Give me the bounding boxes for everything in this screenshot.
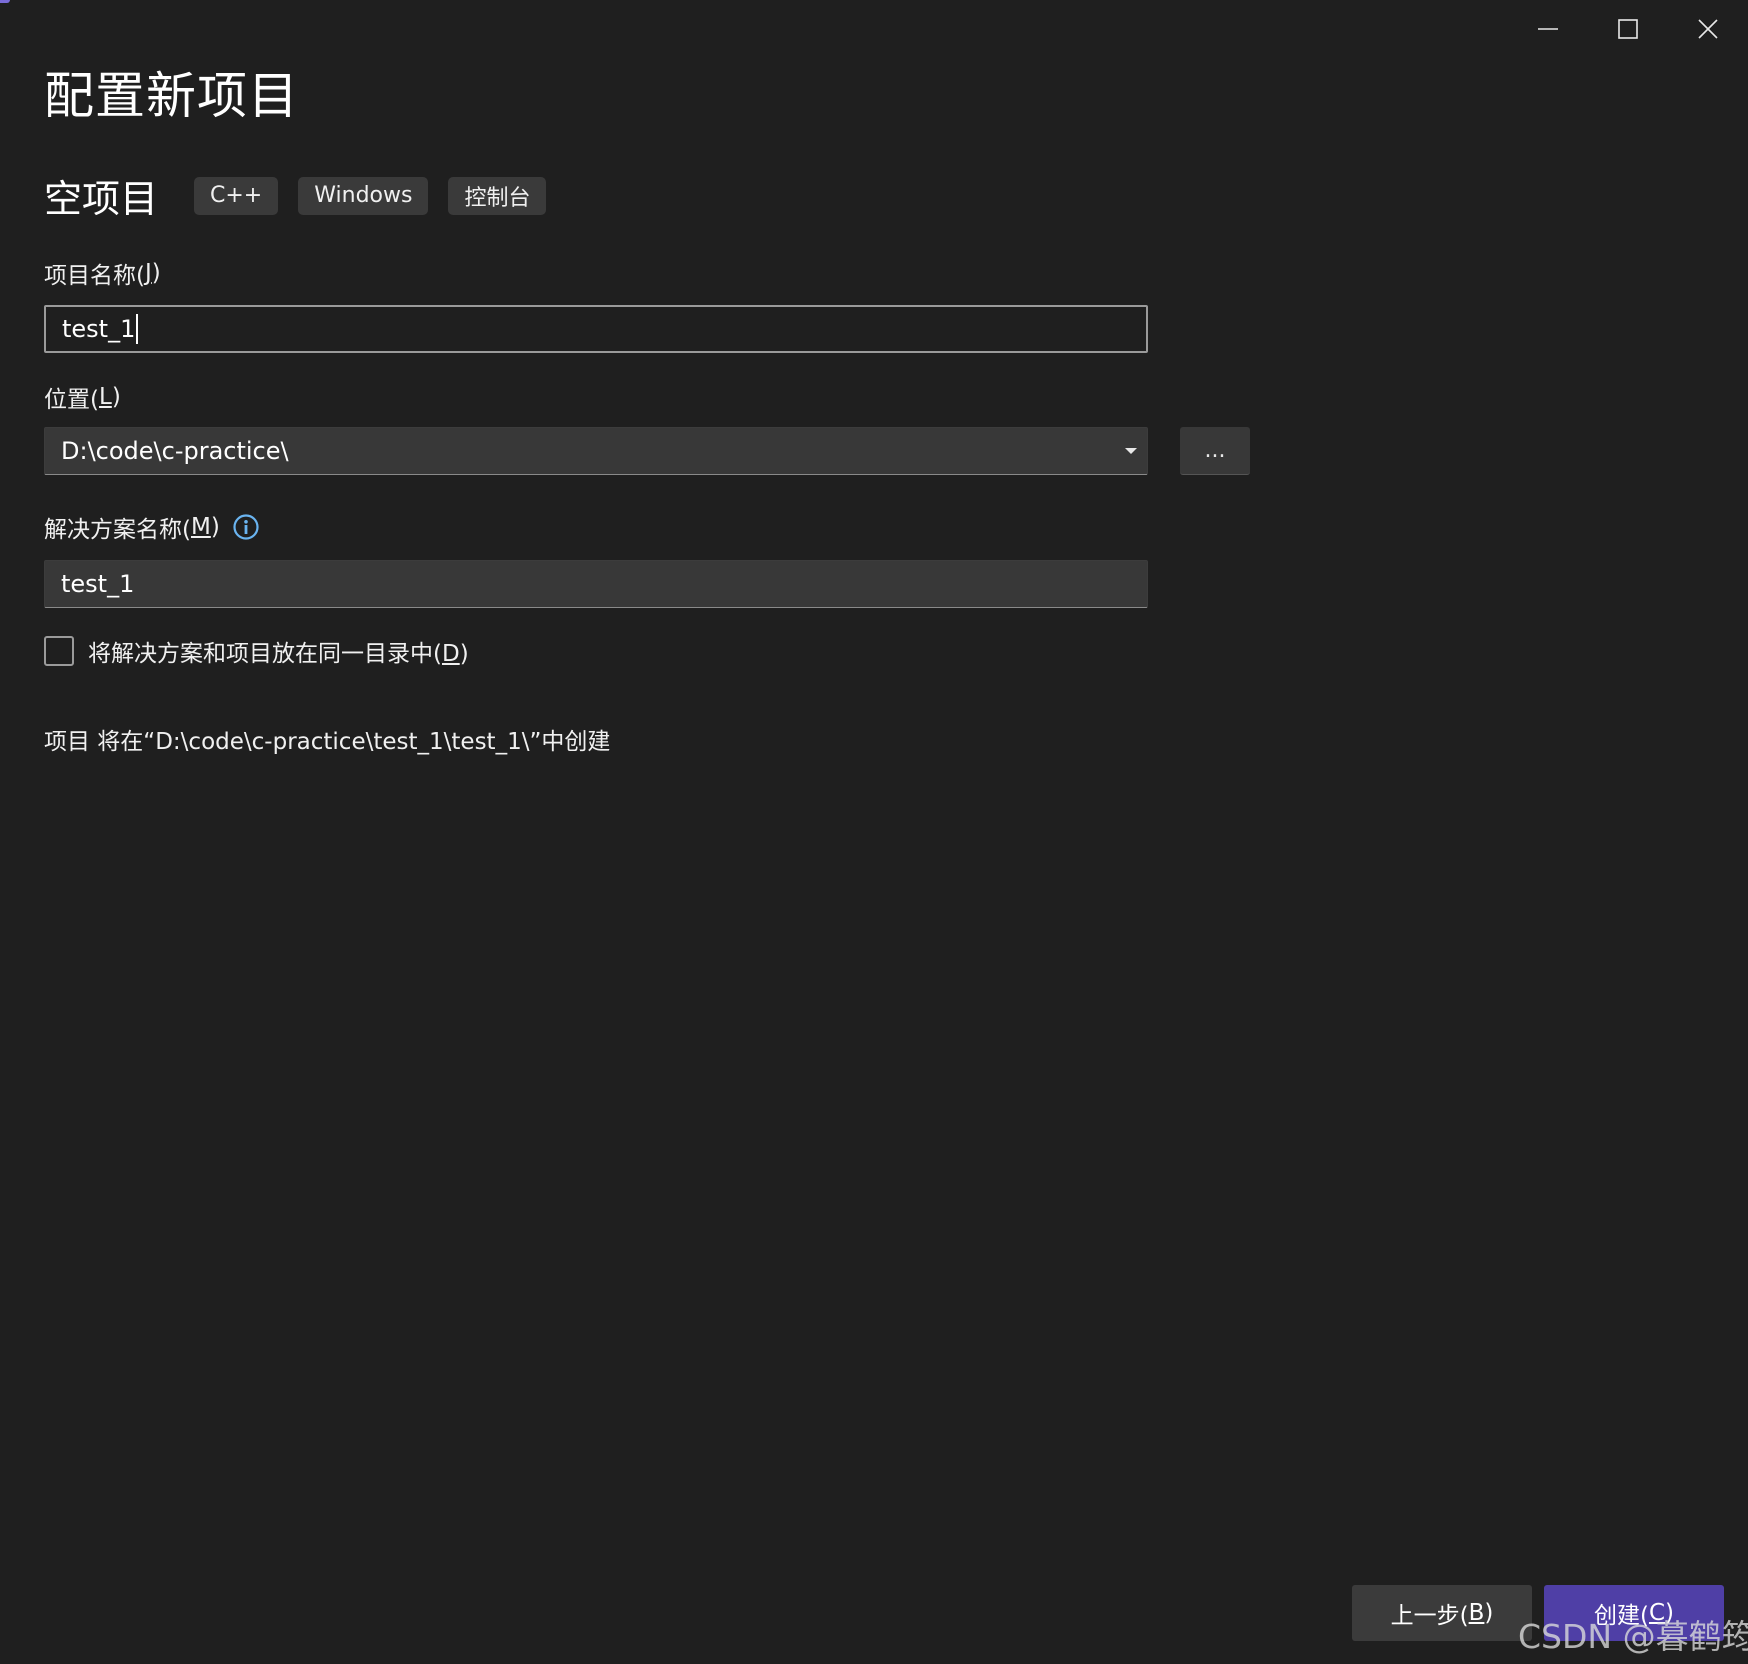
same-directory-label[interactable]: 将解决方案和项目放在同一目录中(D) (88, 634, 469, 668)
back-button[interactable]: 上一步(B) (1352, 1585, 1532, 1641)
solution-name-value: test_1 (61, 570, 135, 598)
configure-project-window: 配置新项目 空项目 C++ Windows 控制台 项目名称(J) test_1… (0, 0, 1748, 1664)
close-icon (1698, 19, 1718, 39)
create-button[interactable]: 创建(C) (1544, 1585, 1724, 1641)
tag-platform: Windows (298, 176, 429, 215)
solution-name-input[interactable]: test_1 (44, 560, 1148, 608)
same-directory-checkbox[interactable] (44, 636, 74, 666)
project-name-label: 项目名称(J) (44, 260, 161, 289)
window-controls (1508, 0, 1748, 58)
tag-language: C++ (194, 176, 279, 215)
template-header: 空项目 C++ Windows 控制台 (44, 168, 566, 223)
chevron-down-icon[interactable] (1125, 448, 1137, 454)
location-combobox[interactable]: D:\code\c-practice\ (44, 427, 1148, 475)
minimize-icon (1538, 28, 1558, 30)
maximize-icon (1618, 19, 1638, 39)
location-value: D:\code\c-practice\ (61, 437, 289, 465)
maximize-button[interactable] (1588, 0, 1668, 58)
creation-path-info: 项目 将在“D:\code\c-practice\test_1\test_1\”… (44, 729, 611, 755)
browse-button[interactable]: ... (1180, 427, 1250, 475)
tag-project-type: 控制台 (448, 176, 547, 215)
corner-accent (0, 0, 10, 3)
template-name: 空项目 (44, 177, 159, 221)
page-title: 配置新项目 (44, 67, 299, 125)
minimize-button[interactable] (1508, 0, 1588, 58)
same-directory-option[interactable]: 将解决方案和项目放在同一目录中(D) (44, 634, 469, 668)
text-caret (136, 314, 139, 344)
project-name-input[interactable]: test_1 (44, 305, 1148, 353)
project-name-value: test_1 (62, 315, 136, 343)
browse-label: ... (1204, 438, 1226, 463)
close-button[interactable] (1668, 0, 1748, 58)
location-label: 位置(L) (44, 384, 121, 413)
solution-name-label: 解决方案名称(M) (44, 510, 260, 544)
info-icon[interactable] (232, 513, 260, 541)
